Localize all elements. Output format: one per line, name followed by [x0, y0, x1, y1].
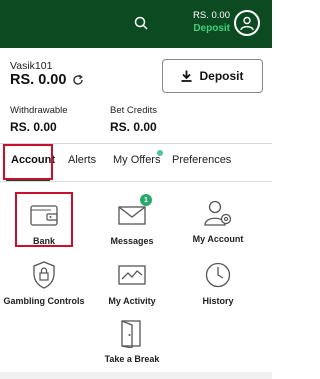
account-tab-highlight — [3, 144, 53, 180]
door-exit-icon — [115, 316, 149, 350]
deposit-button-label: Deposit — [199, 69, 244, 83]
tab-my-offers[interactable]: My Offers — [113, 154, 160, 166]
refresh-icon[interactable] — [72, 74, 84, 86]
new-offers-dot — [157, 150, 163, 156]
envelope-icon: 1 — [115, 194, 152, 232]
messages-badge: 1 — [140, 194, 152, 206]
header-balance-amount: RS. 0.00 — [193, 10, 230, 21]
menu-item-messages-label: Messages — [110, 236, 154, 246]
account-summary: Vasik101 RS. 0.00 Deposit Withdrawable R… — [0, 48, 272, 143]
bet-credits-stat: Bet Credits RS. 0.00 — [110, 105, 157, 135]
menu-item-take-a-break-label: Take a Break — [104, 354, 160, 364]
shield-lock-icon — [27, 258, 61, 292]
bet-credits-label: Bet Credits — [110, 105, 157, 116]
header-deposit-link[interactable]: Deposit — [192, 22, 230, 35]
menu-item-my-activity-label: My Activity — [108, 296, 156, 306]
menu-item-history[interactable]: History — [188, 258, 248, 306]
menu-item-my-account-label: My Account — [192, 234, 244, 244]
search-icon[interactable] — [131, 13, 151, 33]
withdrawable-label: Withdrawable — [10, 105, 68, 116]
main-balance-value: RS. 0.00 — [10, 72, 67, 88]
menu-item-gambling-controls[interactable]: Gambling Controls — [3, 258, 85, 306]
bottom-edge — [0, 372, 272, 379]
menu-item-history-label: History — [202, 296, 234, 306]
menu-item-gambling-controls-label: Gambling Controls — [3, 296, 85, 306]
bank-highlight — [15, 192, 73, 247]
menu-item-messages[interactable]: 1 Messages — [102, 194, 162, 246]
user-gear-icon — [201, 196, 235, 230]
withdrawable-value: RS. 0.00 — [10, 120, 57, 134]
deposit-button[interactable]: Deposit — [162, 59, 263, 93]
username: Vasik101 — [10, 60, 53, 72]
menu-item-take-a-break[interactable]: Take a Break — [100, 316, 164, 364]
tab-preferences[interactable]: Preferences — [172, 154, 231, 166]
bet-credits-value: RS. 0.00 — [110, 120, 157, 134]
clock-icon — [201, 258, 235, 292]
download-icon — [181, 70, 192, 82]
header-balance[interactable]: RS. 0.00 Deposit — [192, 10, 230, 35]
activity-chart-icon — [115, 258, 149, 292]
main-balance: RS. 0.00 — [10, 72, 84, 88]
user-icon[interactable] — [234, 10, 260, 36]
withdrawable-stat: Withdrawable RS. 0.00 — [10, 105, 68, 135]
tab-alerts[interactable]: Alerts — [68, 154, 96, 166]
menu-item-my-activity[interactable]: My Activity — [102, 258, 162, 306]
menu-item-my-account[interactable]: My Account — [186, 196, 250, 244]
top-bar: RS. 0.00 Deposit — [0, 0, 272, 48]
